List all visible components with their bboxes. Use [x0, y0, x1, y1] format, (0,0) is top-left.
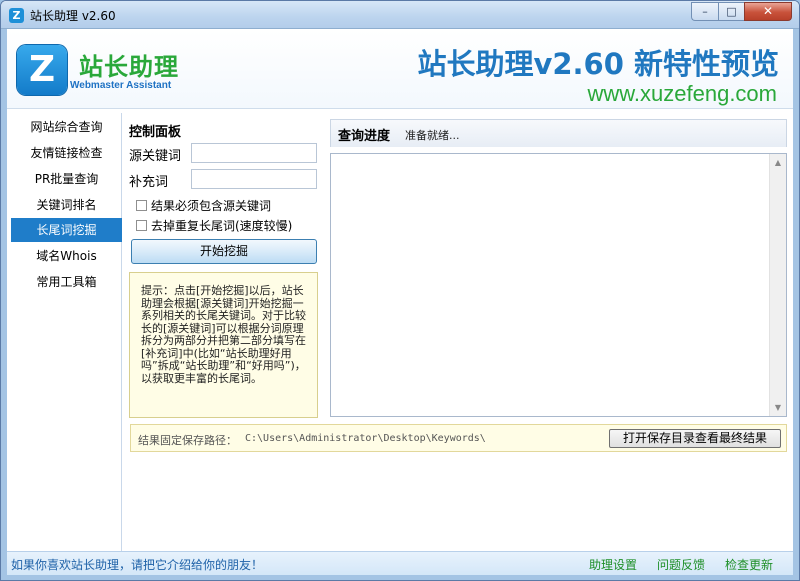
open-folder-button[interactable]: 打开保存目录查看最终结果: [609, 429, 781, 448]
logo-icon: Z: [17, 45, 67, 95]
footer-message: 如果你喜欢站长助理，请把它介绍给你的朋友！: [11, 558, 264, 572]
progress-header: 查询进度 准备就绪...: [330, 119, 787, 147]
minimize-icon: –: [702, 5, 708, 18]
save-path-label: 结果固定保存路径：: [138, 434, 237, 447]
sidebar-item-keyword-rank[interactable]: 关键词排名: [11, 193, 122, 217]
maximize-icon: □: [726, 5, 737, 18]
start-mining-button[interactable]: 开始挖掘: [131, 239, 317, 264]
save-path-value: C:\Users\Administrator\Desktop\Keywords\: [245, 433, 486, 444]
banner-title: 站长助理v2.60 新特性预览: [417, 47, 779, 81]
sidebar-item-site-query[interactable]: 网站综合查询: [11, 115, 122, 139]
header-banner: Z 站长助理 Webmaster Assistant 站长助理v2.60 新特性…: [7, 30, 793, 109]
minimize-button[interactable]: –: [691, 2, 718, 21]
checkbox-box[interactable]: [136, 220, 147, 231]
checkbox-label: 结果必须包含源关键词: [151, 199, 272, 213]
control-panel: 控制面板 源关键词 补充词 结果必须包含源关键词 去掉重复长尾词(速度较慢) 开…: [125, 117, 322, 421]
progress-label: 查询进度: [338, 129, 391, 144]
control-panel-title: 控制面板: [129, 125, 182, 140]
save-path-bar: 结果固定保存路径： C:\Users\Administrator\Desktop…: [130, 424, 787, 452]
close-icon: ✕: [762, 4, 774, 18]
must-contain-checkbox[interactable]: 结果必须包含源关键词: [136, 197, 271, 214]
close-button[interactable]: ✕: [744, 2, 792, 21]
dedupe-checkbox[interactable]: 去掉重复长尾词(速度较慢): [136, 217, 292, 234]
logo-text: 站长助理: [79, 53, 179, 81]
app-window: Z 站长助理 v2.60 – □ ✕ Z 站长助理 Webmaster Assi…: [0, 0, 800, 581]
supplement-label: 补充词: [129, 175, 169, 190]
scroll-up-icon[interactable]: ▲: [770, 154, 786, 171]
sidebar-item-pr-query[interactable]: PR批量查询: [11, 167, 122, 191]
source-keyword-label: 源关键词: [129, 149, 182, 164]
window-frame-right: [793, 29, 799, 580]
window-frame-bottom: [1, 575, 799, 580]
banner-url[interactable]: www.xuzefeng.com: [587, 81, 777, 107]
sidebar: 网站综合查询 友情链接检查 PR批量查询 关键词排名 长尾词挖掘 域名Whois…: [7, 113, 122, 551]
scroll-down-icon[interactable]: ▼: [770, 399, 786, 416]
checkbox-label: 去掉重复长尾词(速度较慢): [151, 219, 293, 233]
maximize-button[interactable]: □: [718, 2, 744, 21]
sidebar-item-friend-links[interactable]: 友情链接检查: [11, 141, 122, 165]
app-icon: Z: [9, 8, 24, 23]
checkbox-box[interactable]: [136, 200, 147, 211]
sidebar-item-toolbox[interactable]: 常用工具箱: [11, 270, 122, 294]
settings-link[interactable]: 助理设置: [589, 556, 637, 573]
logo-subtitle: Webmaster Assistant: [70, 80, 172, 91]
tip-text: 提示：点击[开始挖掘]以后，站长助理会根据[源关键词]开始挖掘一系列相关的长尾关…: [141, 284, 306, 385]
results-scrollbar[interactable]: ▲ ▼: [769, 154, 786, 416]
progress-status: 准备就绪...: [405, 129, 460, 142]
check-update-link[interactable]: 检查更新: [725, 556, 773, 573]
sidebar-item-longtail[interactable]: 长尾词挖掘: [11, 218, 122, 242]
title-bar[interactable]: Z 站长助理 v2.60 – □ ✕: [1, 1, 799, 29]
feedback-link[interactable]: 问题反馈: [657, 556, 705, 573]
tip-box: 提示：点击[开始挖掘]以后，站长助理会根据[源关键词]开始挖掘一系列相关的长尾关…: [129, 272, 318, 418]
window-title: 站长助理 v2.60: [30, 9, 116, 23]
source-keyword-input[interactable]: [191, 143, 317, 163]
supplement-input[interactable]: [191, 169, 317, 189]
results-textarea[interactable]: ▲ ▼: [330, 153, 787, 417]
sidebar-item-whois[interactable]: 域名Whois: [11, 244, 122, 268]
footer-bar: 如果你喜欢站长助理，请把它介绍给你的朋友！ 助理设置 问题反馈 检查更新: [7, 551, 793, 575]
